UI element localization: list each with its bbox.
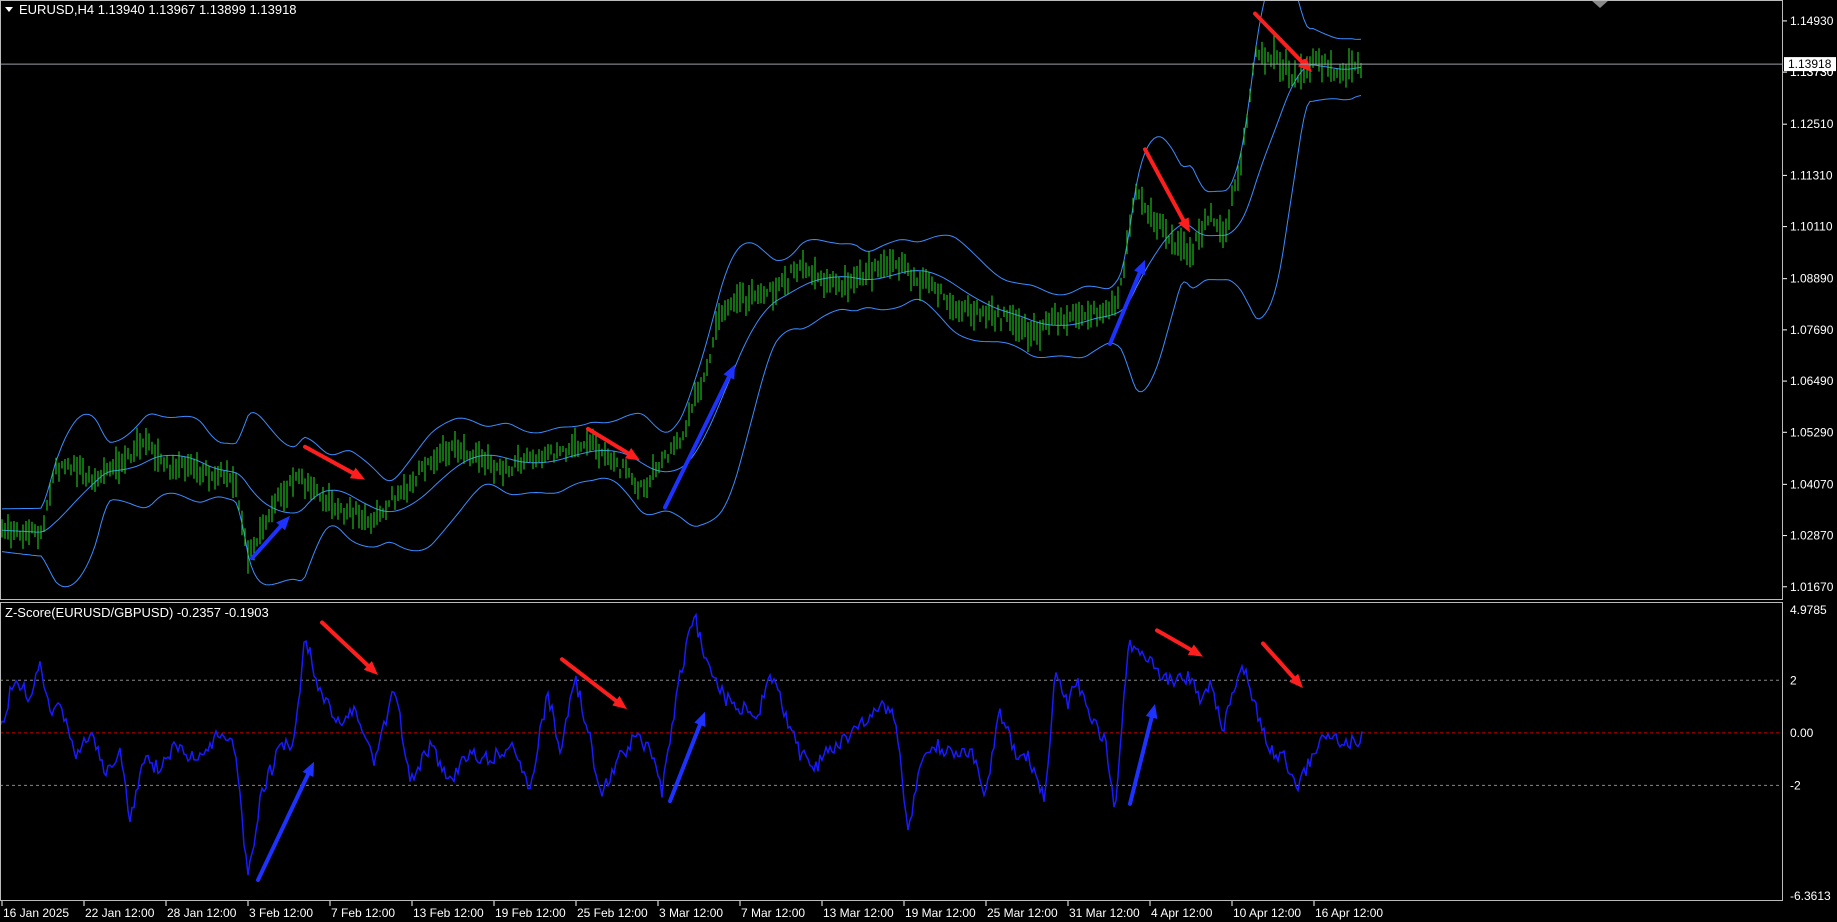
time-tick-label: 7 Feb 12:00 — [331, 906, 395, 920]
price-tick-label: 1.07690 — [1790, 323, 1834, 337]
price-title-text: EURUSD,H4 1.13940 1.13967 1.13899 1.1391… — [19, 2, 297, 17]
zscore-tick-label: -6.3613 — [1790, 889, 1831, 903]
zscore-tick-label: 0.00 — [1790, 726, 1814, 740]
price-tick-label: 1.04070 — [1790, 477, 1834, 491]
price-panel-title: EURUSD,H4 1.13940 1.13967 1.13899 1.1391… — [5, 2, 297, 17]
price-tick-label: 1.12510 — [1790, 117, 1834, 131]
price-tick-label: 1.02870 — [1790, 529, 1834, 543]
time-tick-label: 16 Apr 12:00 — [1315, 906, 1383, 920]
current-price-label: 1.13918 — [1784, 57, 1836, 72]
price-tick-label: 1.08890 — [1790, 272, 1834, 286]
zscore-tick-label: 4.9785 — [1790, 603, 1827, 617]
time-tick-label: 25 Feb 12:00 — [577, 906, 648, 920]
time-tick-label: 3 Feb 12:00 — [249, 906, 313, 920]
time-tick-label: 13 Mar 12:00 — [823, 906, 894, 920]
time-tick-label: 28 Jan 12:00 — [167, 906, 237, 920]
time-tick-label: 19 Feb 12:00 — [495, 906, 566, 920]
time-tick-label: 19 Mar 12:00 — [905, 906, 976, 920]
price-tick-label: 1.10110 — [1790, 220, 1833, 234]
time-tick-label: 13 Feb 12:00 — [413, 906, 484, 920]
time-tick-label: 31 Mar 12:00 — [1069, 906, 1140, 920]
zscore-tick-label: -2 — [1790, 778, 1801, 792]
time-tick-label: 10 Apr 12:00 — [1233, 906, 1301, 920]
price-tick-label: 1.11310 — [1790, 168, 1833, 182]
price-tick-label: 1.05290 — [1790, 425, 1834, 439]
price-tick-label: 1.06490 — [1790, 374, 1834, 388]
zscore-title-text: Z-Score(EURUSD/GBPUSD) -0.2357 -0.1903 — [5, 605, 269, 620]
time-tick-label: 3 Mar 12:00 — [659, 906, 723, 920]
time-tick-label: 16 Jan 2025 — [3, 906, 69, 920]
time-tick-label: 25 Mar 12:00 — [987, 906, 1058, 920]
time-tick-label: 4 Apr 12:00 — [1151, 906, 1213, 920]
time-tick-label: 22 Jan 12:00 — [85, 906, 155, 920]
current-price-text: 1.13918 — [1788, 57, 1832, 71]
price-tick-label: 1.14930 — [1790, 14, 1834, 28]
price-tick-label: 1.01670 — [1790, 580, 1834, 594]
trading-chart[interactable]: 1.149301.137301.125101.113101.101101.088… — [0, 0, 1837, 922]
time-tick-label: 7 Mar 12:00 — [741, 906, 805, 920]
chart-background — [0, 0, 1837, 922]
zscore-tick-label: 2 — [1790, 673, 1797, 687]
